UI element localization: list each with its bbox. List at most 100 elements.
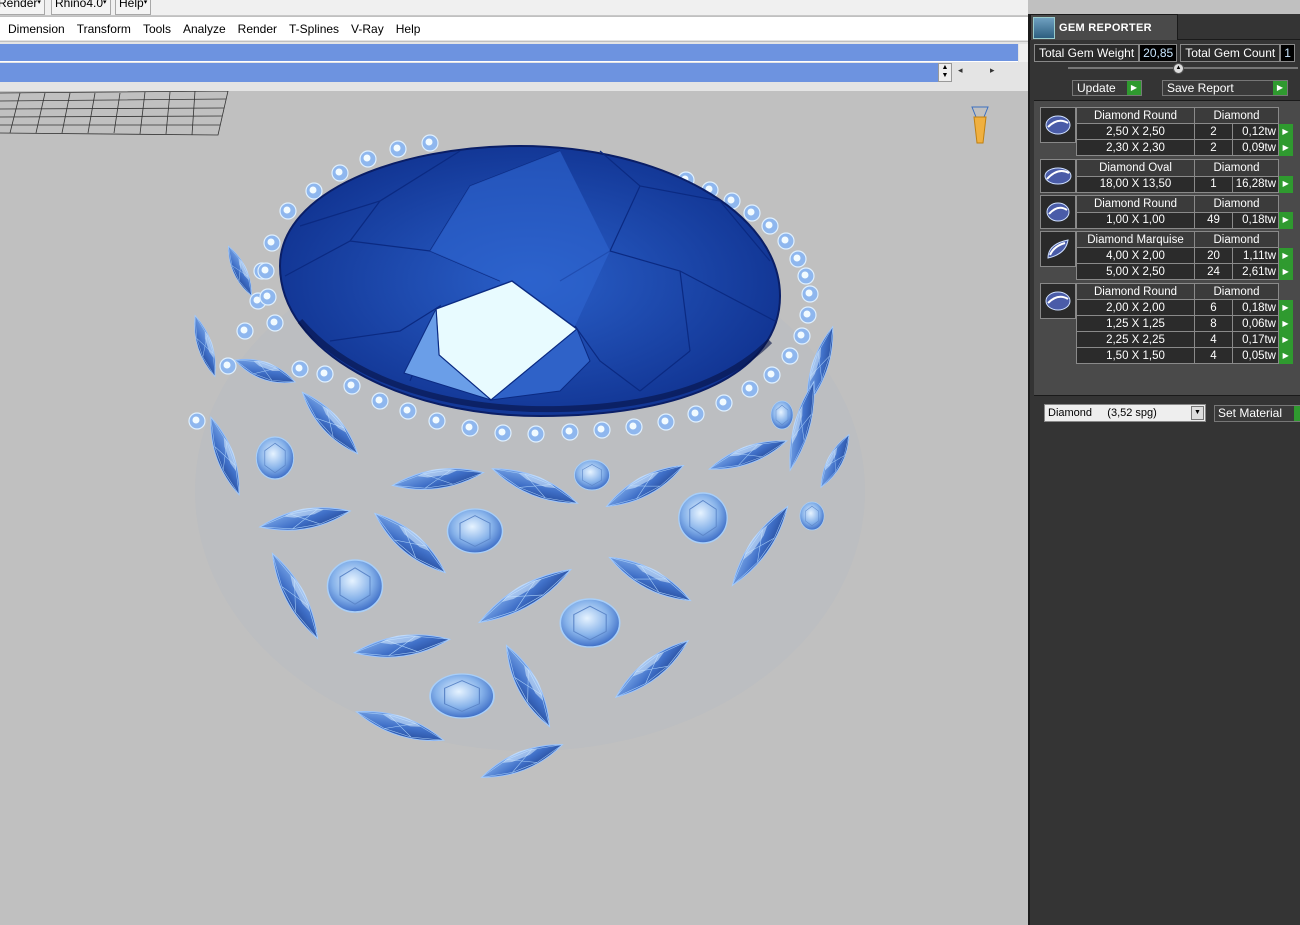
- toolbar-help-label: Help: [119, 0, 144, 10]
- set-material-button[interactable]: Set Material: [1214, 405, 1300, 422]
- gumball-icon: [971, 106, 989, 144]
- table-row: 2,00 X 2,00 6 0,18tw ▶: [1076, 299, 1293, 316]
- toolbar-render-label: Render: [0, 0, 38, 10]
- play-icon: ▶: [1127, 81, 1141, 95]
- scroll-down-icon[interactable]: ▼: [939, 72, 951, 80]
- gem-size: 1,50 X 1,50: [1076, 347, 1195, 364]
- chevron-down-icon: ▾: [143, 0, 148, 6]
- material-select-value: Diamond (3,52 spg): [1048, 407, 1157, 419]
- gem-reporter-tab[interactable]: GEM REPORTER: [1030, 14, 1178, 40]
- gem-size: 2,50 X 2,50: [1076, 123, 1195, 140]
- menu-bar: Dimension Transform Tools Analyze Render…: [0, 17, 1028, 41]
- gem-size: 2,25 X 2,25: [1076, 331, 1195, 348]
- chevron-down-icon: ▾: [103, 0, 107, 6]
- gem-weight: 0,17tw: [1232, 331, 1279, 348]
- gem-type: Diamond Oval: [1076, 159, 1195, 177]
- play-icon: [1294, 406, 1300, 421]
- chevron-down-icon[interactable]: ▼: [1191, 406, 1204, 420]
- tab-divider: [1178, 39, 1300, 40]
- table-row: 5,00 X 2,50 24 2,61tw ▶: [1076, 263, 1293, 280]
- gem-weight: 0,06tw: [1232, 315, 1279, 332]
- select-row-button[interactable]: ▶: [1278, 315, 1293, 332]
- select-row-button[interactable]: ▶: [1278, 247, 1293, 264]
- menu-render[interactable]: Render: [232, 17, 283, 41]
- gem-type: Diamond Round: [1076, 195, 1195, 213]
- toolbar-rhino-menu[interactable]: Rhino4.0▾: [51, 0, 111, 15]
- save-report-button[interactable]: Save Report ▶: [1162, 80, 1288, 96]
- play-icon: ▶: [1273, 81, 1287, 95]
- scroll-left-icon[interactable]: ◂: [958, 65, 963, 76]
- total-gem-weight-label: Total Gem Weight: [1034, 44, 1140, 62]
- select-row-button[interactable]: ▶: [1278, 123, 1293, 140]
- command-history-scrollbar[interactable]: [1019, 44, 1028, 62]
- menu-tsplines[interactable]: T-Splines: [283, 17, 345, 41]
- gem-weight: 0,09tw: [1232, 139, 1279, 156]
- gem-count: 24: [1194, 263, 1233, 280]
- gem-type: Diamond Round: [1076, 107, 1195, 124]
- select-row-button[interactable]: ▶: [1278, 176, 1293, 193]
- rhino-window: Render▾ Rhino4.0▾ Help▾ Dimension Transf…: [0, 0, 1300, 925]
- gem-table: Diamond Round Diamond 1,00 X 1,00 49 0,18tw…: [1076, 195, 1293, 229]
- table-row: 2,50 X 2,50 2 0,12tw ▶: [1076, 123, 1293, 140]
- gem-type: Diamond Round: [1076, 283, 1195, 300]
- toolbar-rhino-label: Rhino4.0: [55, 0, 104, 10]
- gem-count: 1: [1194, 175, 1233, 193]
- select-row-button[interactable]: ▶: [1278, 139, 1293, 156]
- round-gem-icon: [1040, 107, 1076, 143]
- toolbar-help-menu[interactable]: Help▾: [115, 0, 152, 15]
- menu-dimension[interactable]: Dimension: [2, 17, 71, 41]
- table-row: 18,00 X 13,50 1 16,28tw ▶: [1076, 175, 1293, 193]
- table-row: 2,30 X 2,30 2 0,09tw ▶: [1076, 139, 1293, 156]
- select-row-button[interactable]: ▶: [1278, 299, 1293, 316]
- gem-table: Diamond Round Diamond 2,00 X 2,00 6 0,18tw ▶…: [1076, 283, 1293, 364]
- panel-title: GEM REPORTER: [1059, 21, 1152, 34]
- gem-weight: 16,28tw: [1232, 175, 1279, 193]
- menu-tools[interactable]: Tools: [137, 17, 177, 41]
- menu-transform[interactable]: Transform: [71, 17, 137, 41]
- gem-reporter-icon: [1033, 16, 1055, 39]
- select-row-button[interactable]: ▶: [1278, 331, 1293, 348]
- gem-weight: 1,11tw: [1232, 247, 1279, 264]
- gem-table: Diamond Oval Diamond 18,00 X 13,50 1 16,28t…: [1076, 159, 1293, 193]
- gem-count: 6: [1194, 299, 1233, 316]
- gem-count: 4: [1194, 347, 1233, 364]
- gem-group-round-2: Diamond Round Diamond 1,00 X 1,00 49 0,18tw…: [1040, 195, 1293, 229]
- menu-vray[interactable]: V-Ray: [345, 17, 390, 41]
- update-button[interactable]: Update ▶: [1072, 80, 1142, 96]
- gem-material: Diamond: [1194, 159, 1279, 177]
- command-scroll-buttons[interactable]: ▲ ▼: [938, 63, 952, 82]
- panel-splitter-handle[interactable]: ▲: [1173, 63, 1184, 74]
- command-prompt-input[interactable]: [0, 63, 938, 82]
- round-gem-icon: [1040, 195, 1076, 229]
- gem-report-list: Diamond Round Diamond 2,50 X 2,50 2 0,12tw ▶…: [1034, 100, 1300, 396]
- material-select[interactable]: Diamond (3,52 spg) ▼: [1044, 404, 1206, 422]
- command-history[interactable]: [0, 44, 1018, 62]
- select-row-button[interactable]: ▶: [1278, 212, 1293, 229]
- scroll-right-icon[interactable]: ▸: [990, 65, 995, 76]
- gem-size: 4,00 X 2,00: [1076, 247, 1195, 264]
- gem-size: 5,00 X 2,50: [1076, 263, 1195, 280]
- round-gem-icon: [1040, 283, 1076, 319]
- gem-size: 1,25 X 1,25: [1076, 315, 1195, 332]
- gem-reporter-panel: GEM REPORTER Total Gem Weight 20,85 Tota…: [1028, 14, 1300, 925]
- gem-weight: 0,18tw: [1232, 299, 1279, 316]
- gem-count: 8: [1194, 315, 1233, 332]
- perspective-viewport[interactable]: [0, 91, 1028, 925]
- select-row-button[interactable]: ▶: [1278, 347, 1293, 364]
- toolbar-render-menu[interactable]: Render▾: [0, 0, 45, 15]
- table-row: 1,25 X 1,25 8 0,06tw ▶: [1076, 315, 1293, 332]
- gem-size: 2,00 X 2,00: [1076, 299, 1195, 316]
- gem-count: 2: [1194, 139, 1233, 156]
- table-row: 1,00 X 1,00 49 0,18tw ▶: [1076, 211, 1293, 229]
- select-row-button[interactable]: ▶: [1278, 263, 1293, 280]
- total-gem-count-label: Total Gem Count: [1180, 44, 1281, 62]
- save-report-label: Save Report: [1167, 81, 1234, 95]
- command-area: ▲ ▼ ◂ ▸: [0, 42, 1028, 91]
- toolbar-strip: Render▾ Rhino4.0▾ Help▾: [0, 0, 1028, 16]
- menu-analyze[interactable]: Analyze: [177, 17, 232, 41]
- menu-help[interactable]: Help: [390, 17, 427, 41]
- ring-model-render: [0, 91, 989, 787]
- scroll-up-icon[interactable]: ▲: [939, 64, 951, 72]
- gem-group-round-3: Diamond Round Diamond 2,00 X 2,00 6 0,18tw ▶…: [1040, 283, 1293, 364]
- gem-weight: 0,05tw: [1232, 347, 1279, 364]
